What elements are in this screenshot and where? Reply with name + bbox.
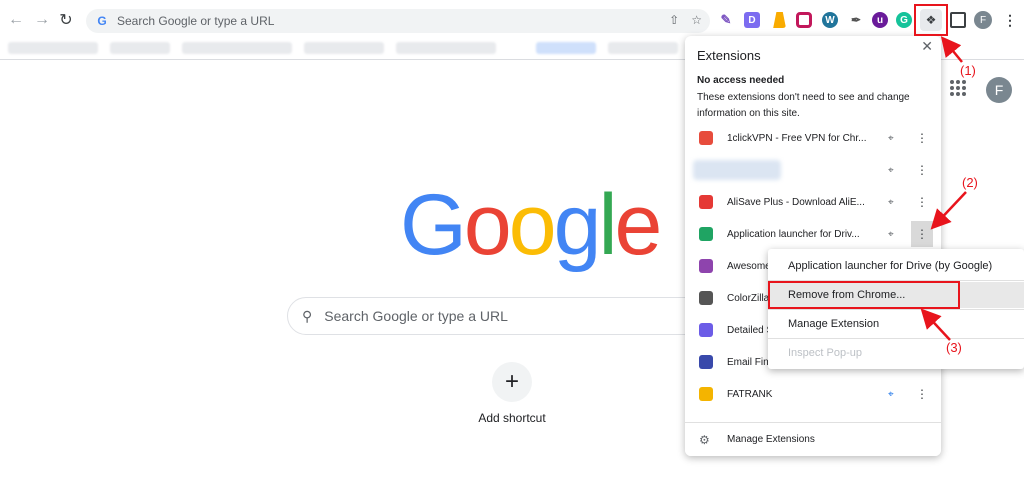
more-options-icon[interactable]: ⋮ bbox=[911, 221, 933, 247]
chrome-menu-icon[interactable]: ⋮ bbox=[1002, 12, 1018, 28]
more-options-icon[interactable]: ⋮ bbox=[911, 381, 933, 407]
annotation-step-1: (1) bbox=[960, 63, 976, 78]
manage-extensions-label: Manage Extensions bbox=[727, 434, 815, 445]
blurred-bookmark[interactable] bbox=[8, 42, 98, 54]
pin-icon[interactable]: ⌖ bbox=[888, 229, 894, 240]
detailed-seo-icon[interactable]: D bbox=[744, 12, 760, 28]
search-icon: ⚲ bbox=[302, 307, 313, 324]
address-bar-placeholder: Search Google or type a URL bbox=[117, 14, 275, 28]
blurred-extension-name bbox=[693, 160, 781, 180]
detailed-icon bbox=[699, 323, 713, 337]
awesome-screenshot-icon[interactable] bbox=[796, 12, 812, 28]
pin-icon[interactable]: ⌖ bbox=[888, 133, 894, 144]
awesome-icon bbox=[699, 259, 713, 273]
annotation-step-3: (3) bbox=[946, 340, 962, 355]
pin-icon[interactable]: ⌖ bbox=[888, 389, 894, 400]
search-placeholder: Search Google or type a URL bbox=[324, 308, 508, 324]
pin-icon[interactable]: ⌖ bbox=[888, 165, 894, 176]
logo-letter: o bbox=[463, 177, 512, 273]
close-icon[interactable]: ✕ bbox=[921, 38, 933, 55]
add-shortcut-button[interactable]: + bbox=[492, 362, 532, 402]
annotation-step-2: (2) bbox=[962, 175, 978, 190]
purple-extension-icon[interactable]: u bbox=[872, 12, 888, 28]
highlight-box-remove-item bbox=[768, 281, 960, 309]
extensions-panel-title: Extensions bbox=[697, 48, 761, 63]
add-shortcut-label: Add shortcut bbox=[478, 411, 546, 425]
logo-letter: o bbox=[508, 177, 557, 273]
extension-row[interactable]: FATRANK ⌖ ⋮ bbox=[685, 378, 941, 410]
highlight-box-extensions-button bbox=[914, 4, 948, 36]
context-menu-extension-name[interactable]: Application launcher for Drive (by Googl… bbox=[768, 253, 1024, 279]
eyedropper-toolbar-icon[interactable]: ✒ bbox=[848, 12, 864, 28]
extension-name: Application launcher for Driv... bbox=[727, 228, 860, 240]
address-bar[interactable]: G Search Google or type a URL ⇧ ☆ bbox=[86, 9, 710, 33]
context-menu-divider bbox=[768, 338, 1024, 339]
context-menu-divider bbox=[768, 309, 1024, 310]
logo-letter: g bbox=[553, 177, 602, 273]
extension-name: AliSave Plus - Download AliE... bbox=[727, 196, 865, 208]
grammarly-icon[interactable]: G bbox=[896, 12, 912, 28]
manage-extension-menu-item[interactable]: Manage Extension bbox=[768, 311, 1024, 337]
blurred-bookmark[interactable] bbox=[396, 42, 496, 54]
browser-window: ← → ↻ G Search Google or type a URL ⇧ ☆ … bbox=[0, 0, 1024, 493]
more-options-icon[interactable]: ⋮ bbox=[911, 125, 933, 151]
forward-arrow-icon[interactable]: → bbox=[32, 10, 52, 30]
extension-name: FATRANK bbox=[727, 388, 773, 400]
extension-context-menu: Application launcher for Drive (by Googl… bbox=[768, 249, 1024, 369]
bookmark-star-icon[interactable]: ☆ bbox=[691, 13, 702, 27]
gear-icon: ⚙ bbox=[699, 432, 710, 447]
reload-icon[interactable]: ↻ bbox=[56, 10, 76, 30]
eyedropper-icon bbox=[699, 291, 713, 305]
feather-icon[interactable]: ✎ bbox=[718, 12, 734, 28]
extension-row[interactable]: 1clickVPN - Free VPN for Chr... ⌖ ⋮ bbox=[685, 122, 941, 154]
blurred-bookmark[interactable] bbox=[304, 42, 384, 54]
drive-icon bbox=[699, 227, 713, 241]
profile-avatar[interactable]: F bbox=[986, 77, 1012, 103]
alisave-icon bbox=[699, 195, 713, 209]
google-g-icon: G bbox=[97, 14, 107, 28]
vpn-icon bbox=[699, 131, 713, 145]
inspect-popup-menu-item: Inspect Pop-up bbox=[788, 347, 862, 359]
section-title: No access needed bbox=[697, 75, 785, 86]
google-apps-icon[interactable] bbox=[950, 80, 966, 96]
extension-row[interactable]: ⌖ ⋮ bbox=[685, 154, 941, 186]
extensions-panel: Extensions ✕ No access needed These exte… bbox=[685, 36, 941, 456]
email-finder-icon bbox=[699, 355, 713, 369]
blurred-bookmark[interactable] bbox=[110, 42, 170, 54]
extension-row[interactable]: Application launcher for Driv... ⌖ ⋮ bbox=[685, 218, 941, 250]
extension-row[interactable]: AliSave Plus - Download AliE... ⌖ ⋮ bbox=[685, 186, 941, 218]
logo-letter: G bbox=[400, 177, 467, 273]
more-options-icon[interactable]: ⋮ bbox=[911, 189, 933, 215]
pin-icon[interactable]: ⌖ bbox=[888, 197, 894, 208]
blurred-bookmark[interactable] bbox=[536, 42, 596, 54]
section-description: These extensions don't need to see and c… bbox=[697, 92, 910, 119]
blurred-bookmark[interactable] bbox=[608, 42, 678, 54]
extension-name: 1clickVPN - Free VPN for Chr... bbox=[727, 132, 867, 144]
logo-letter: l bbox=[598, 177, 617, 273]
profile-avatar-toolbar[interactable]: F bbox=[974, 11, 992, 29]
share-icon[interactable]: ⇧ bbox=[669, 13, 679, 27]
search-box[interactable]: ⚲ Search Google or type a URL bbox=[287, 297, 717, 335]
fatrank-icon bbox=[699, 387, 713, 401]
wordpress-icon[interactable]: W bbox=[822, 12, 838, 28]
more-options-icon[interactable]: ⋮ bbox=[911, 157, 933, 183]
blurred-bookmark[interactable] bbox=[182, 42, 292, 54]
manage-extensions-button[interactable]: ⚙ Manage Extensions bbox=[685, 422, 941, 456]
back-arrow-icon[interactable]: ← bbox=[6, 10, 26, 30]
logo-letter: e bbox=[614, 177, 663, 273]
side-panel-icon[interactable] bbox=[950, 12, 966, 28]
google-logo: Google bbox=[400, 182, 662, 268]
